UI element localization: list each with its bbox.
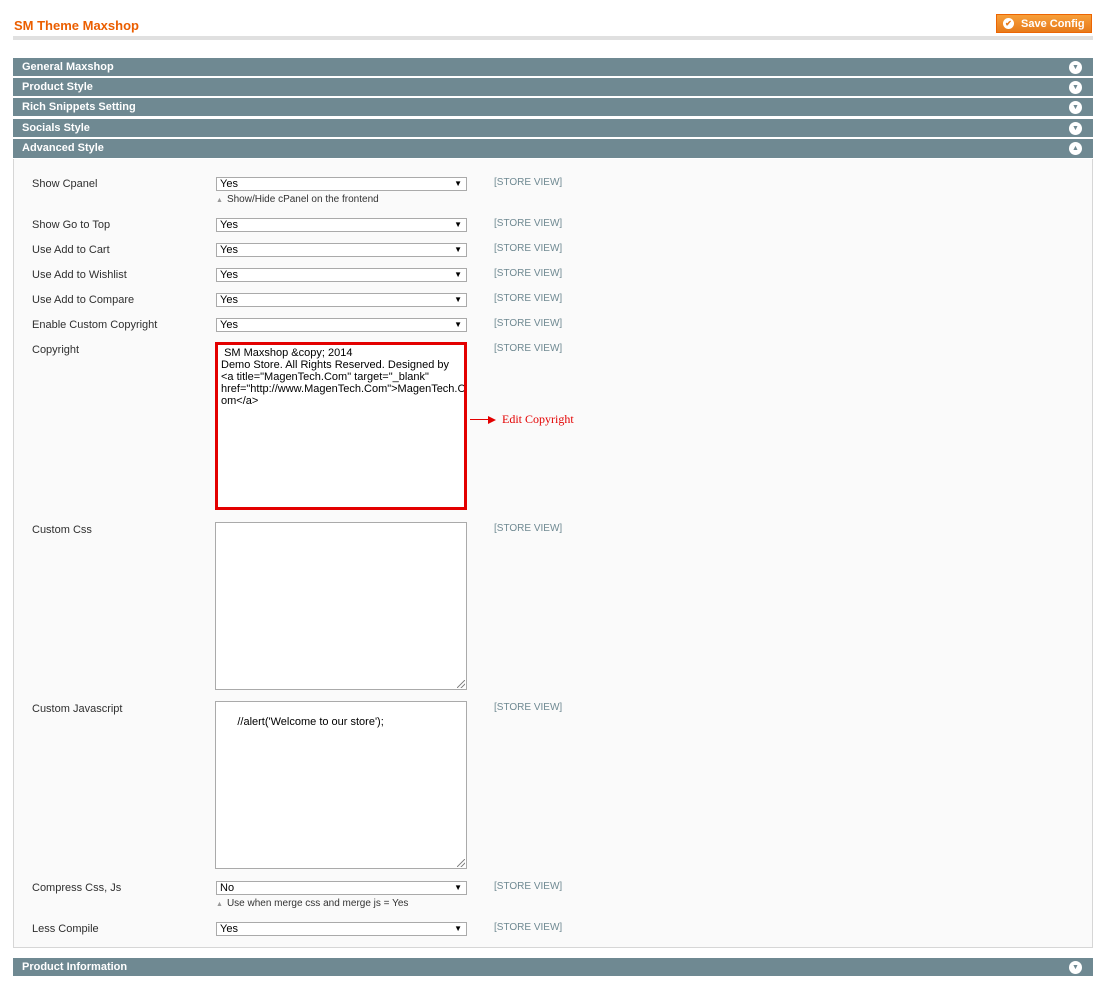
field-label: Custom Css <box>32 524 92 536</box>
field-note: ▲ Show/Hide cPanel on the frontend <box>216 194 379 205</box>
field-label: Show Cpanel <box>32 178 98 190</box>
select-value: Yes <box>220 923 238 935</box>
section-title: Product Style <box>22 81 93 93</box>
section-title: Rich Snippets Setting <box>22 101 136 113</box>
section-product-style[interactable]: Product Style ▼ <box>13 78 1093 97</box>
advanced-style-panel: Show Cpanel Yes ▼ ▲ Show/Hide cPanel on t… <box>13 159 1093 948</box>
copyright-textarea[interactable]: SM Maxshop &copy; 2014 Demo Store. All R… <box>215 342 467 510</box>
note-arrow-icon: ▲ <box>216 901 223 908</box>
select-value: Yes <box>220 219 238 231</box>
section-product-information[interactable]: Product Information ▼ <box>13 958 1093 977</box>
note-arrow-icon: ▲ <box>216 197 223 204</box>
scope-label: [STORE VIEW] <box>494 268 563 279</box>
resize-handle-icon[interactable] <box>457 859 465 867</box>
custom-css-textarea[interactable] <box>215 522 467 690</box>
scope-label: [STORE VIEW] <box>494 523 563 534</box>
use-add-to-wishlist-select[interactable]: Yes ▼ <box>216 268 467 282</box>
expand-icon: ▼ <box>1069 101 1082 114</box>
select-value: No <box>220 882 235 894</box>
textarea-value: //alert('Welcome to our store'); <box>237 716 384 728</box>
save-config-label: Save Config <box>1021 17 1085 30</box>
select-value: Yes <box>220 178 238 190</box>
field-label: Custom Javascript <box>32 703 123 715</box>
note-text: Show/Hide cPanel on the frontend <box>226 194 379 205</box>
resize-handle-icon[interactable] <box>457 680 465 688</box>
scope-label: [STORE VIEW] <box>494 881 563 892</box>
expand-icon: ▼ <box>1069 61 1082 74</box>
scope-label: [STORE VIEW] <box>494 922 563 933</box>
select-value: Yes <box>220 269 238 281</box>
dropdown-arrow-icon: ▼ <box>454 320 462 329</box>
annotation-text: Edit Copyright <box>502 412 574 426</box>
dropdown-arrow-icon: ▼ <box>454 220 462 229</box>
dropdown-arrow-icon: ▼ <box>454 883 462 892</box>
section-socials-style[interactable]: Socials Style ▼ <box>13 119 1093 138</box>
field-label: Show Go to Top <box>32 219 111 231</box>
page-title: SM Theme Maxshop <box>14 18 139 33</box>
scope-label: [STORE VIEW] <box>494 177 563 188</box>
expand-icon: ▼ <box>1069 81 1082 94</box>
scope-label: [STORE VIEW] <box>494 343 563 354</box>
section-title: Socials Style <box>22 122 90 134</box>
dropdown-arrow-icon: ▼ <box>454 295 462 304</box>
enable-custom-copyright-select[interactable]: Yes ▼ <box>216 318 467 332</box>
section-title: General Maxshop <box>22 61 114 73</box>
section-title: Product Information <box>22 961 128 973</box>
dropdown-arrow-icon: ▼ <box>454 179 462 188</box>
section-advanced-style[interactable]: Advanced Style ▲ <box>13 139 1093 159</box>
scope-label: [STORE VIEW] <box>494 218 563 229</box>
section-rich-snippets[interactable]: Rich Snippets Setting ▼ <box>13 98 1093 117</box>
section-title: Advanced Style <box>22 142 104 154</box>
annotation-arrow-line <box>470 419 488 420</box>
select-value: Yes <box>220 319 238 331</box>
scope-label: [STORE VIEW] <box>494 293 563 304</box>
show-cpanel-select[interactable]: Yes ▼ <box>216 177 467 191</box>
use-add-to-cart-select[interactable]: Yes ▼ <box>216 243 467 257</box>
scope-label: [STORE VIEW] <box>494 318 563 329</box>
check-icon: ✔ <box>1003 18 1014 29</box>
dropdown-arrow-icon: ▼ <box>454 245 462 254</box>
dropdown-arrow-icon: ▼ <box>454 270 462 279</box>
note-text: Use when merge css and merge js = Yes <box>226 898 409 909</box>
expand-icon: ▼ <box>1069 122 1082 135</box>
less-compile-select[interactable]: Yes ▼ <box>216 922 467 936</box>
scope-label: [STORE VIEW] <box>494 243 563 254</box>
page-header: SM Theme Maxshop ✔ Save Config <box>13 10 1093 40</box>
field-label: Less Compile <box>32 923 99 935</box>
dropdown-arrow-icon: ▼ <box>454 924 462 933</box>
custom-javascript-textarea[interactable]: //alert('Welcome to our store'); <box>215 701 467 869</box>
show-go-top-select[interactable]: Yes ▼ <box>216 218 467 232</box>
field-label: Copyright <box>32 344 80 356</box>
annotation-arrow-icon <box>488 415 496 424</box>
field-label: Use Add to Cart <box>32 244 110 256</box>
field-label: Compress Css, Js <box>32 882 122 894</box>
select-value: Yes <box>220 244 238 256</box>
collapse-icon: ▲ <box>1069 142 1082 155</box>
field-note: ▲ Use when merge css and merge js = Yes <box>216 898 408 909</box>
section-general-maxshop[interactable]: General Maxshop ▼ <box>13 58 1093 77</box>
field-label: Use Add to Compare <box>32 294 135 306</box>
edit-copyright-annotation: Edit Copyright <box>470 412 574 427</box>
scope-label: [STORE VIEW] <box>494 702 563 713</box>
field-label: Use Add to Wishlist <box>32 269 127 281</box>
field-label: Enable Custom Copyright <box>32 319 158 331</box>
save-config-button[interactable]: ✔ Save Config <box>996 14 1092 33</box>
compress-css-js-select[interactable]: No ▼ <box>216 881 467 895</box>
use-add-to-compare-select[interactable]: Yes ▼ <box>216 293 467 307</box>
select-value: Yes <box>220 294 238 306</box>
expand-icon: ▼ <box>1069 961 1082 974</box>
